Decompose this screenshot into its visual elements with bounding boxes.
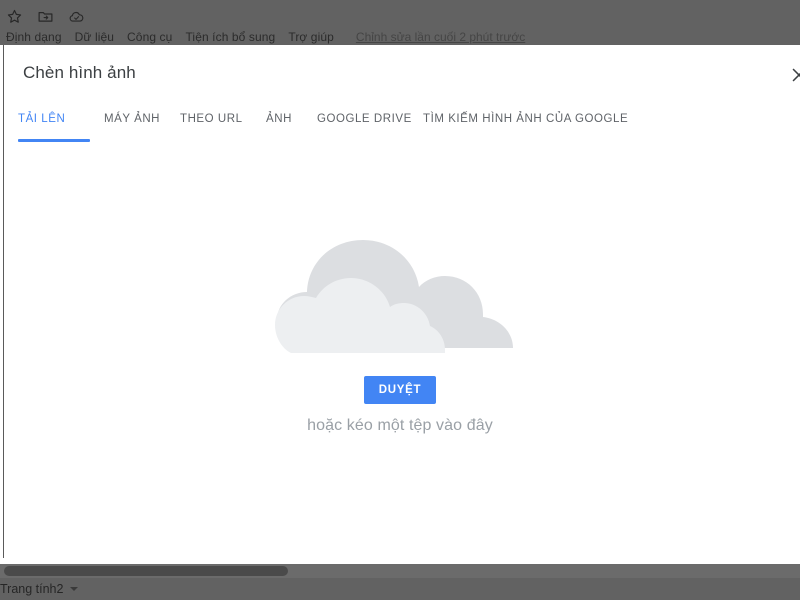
menu-item-help[interactable]: Trợ giúp [288,29,334,45]
cloud-saved-icon[interactable] [68,8,85,25]
sheet-tab-trang-tinh2[interactable]: Trang tính2 [0,579,86,599]
menu-item-data[interactable]: Dữ liệu [75,29,114,45]
star-icon[interactable] [6,8,23,25]
screen: Định dạng Dữ liệu Công cụ Tiện ích bổ su… [0,0,800,600]
sheet-tab-bar: Trang tính2 [0,578,800,600]
tab-photos[interactable]: ẢNH [266,108,296,147]
tab-google-drive-label: GOOGLE DRIVE [317,113,412,125]
dialog-title: Chèn hình ảnh [23,63,136,82]
horizontal-scrollbar[interactable] [0,564,800,578]
insert-image-dialog: Chèn hình ảnh TẢI LÊN MÁY ẢNH THEO URL Ả… [3,45,800,558]
app-top-chrome-scrim: Định dạng Dữ liệu Công cụ Tiện ích bổ su… [0,0,800,45]
tab-google-drive[interactable]: GOOGLE DRIVE [317,108,411,147]
dialog-body: DUYỆT hoặc kéo một tệp vào đây [4,147,800,558]
cloud-upload-illustration [275,222,515,354]
menu-item-format[interactable]: Định dạng [6,29,62,45]
menu-bar: Định dạng Dữ liệu Công cụ Tiện ích bổ su… [6,29,525,45]
upload-dropzone[interactable]: DUYỆT hoặc kéo một tệp vào đây [4,222,800,435]
tab-by-url[interactable]: THEO URL [180,108,242,147]
last-edit-status[interactable]: Chỉnh sửa lần cuối 2 phút trước [356,29,525,45]
drop-file-hint: hoặc kéo một tệp vào đây [307,417,493,434]
dialog-header: Chèn hình ảnh [4,45,800,103]
tab-camera[interactable]: MÁY ẢNH [104,108,166,147]
tab-upload-label: TẢI LÊN [18,113,66,125]
tab-upload[interactable]: TẢI LÊN [18,108,90,147]
app-bottom-chrome-scrim: Trang tính2 [0,564,800,600]
quick-access-icons [6,6,85,26]
tab-camera-label: MÁY ẢNH [104,113,161,125]
horizontal-scrollbar-thumb[interactable] [4,566,288,576]
menu-item-tools[interactable]: Công cụ [127,29,172,45]
browse-button[interactable]: DUYỆT [364,376,436,404]
tab-google-image-search-label: TÌM KIẾM HÌNH ẢNH CỦA GOOGLE [423,113,629,125]
move-to-folder-icon[interactable] [37,8,54,25]
tab-photos-label: ẢNH [266,113,292,125]
dialog-tabs: TẢI LÊN MÁY ẢNH THEO URL ẢNH GOOGLE DRIV… [4,108,800,147]
tab-active-indicator [18,139,90,142]
tab-google-image-search[interactable]: TÌM KIẾM HÌNH ẢNH CỦA GOOGLE [423,108,628,147]
sheet-tab-label: Trang tính2 [0,582,64,596]
chevron-down-icon[interactable] [70,587,79,591]
tab-by-url-label: THEO URL [180,113,243,125]
menu-item-addons[interactable]: Tiện ích bổ sung [185,29,275,45]
close-icon[interactable] [788,64,800,86]
